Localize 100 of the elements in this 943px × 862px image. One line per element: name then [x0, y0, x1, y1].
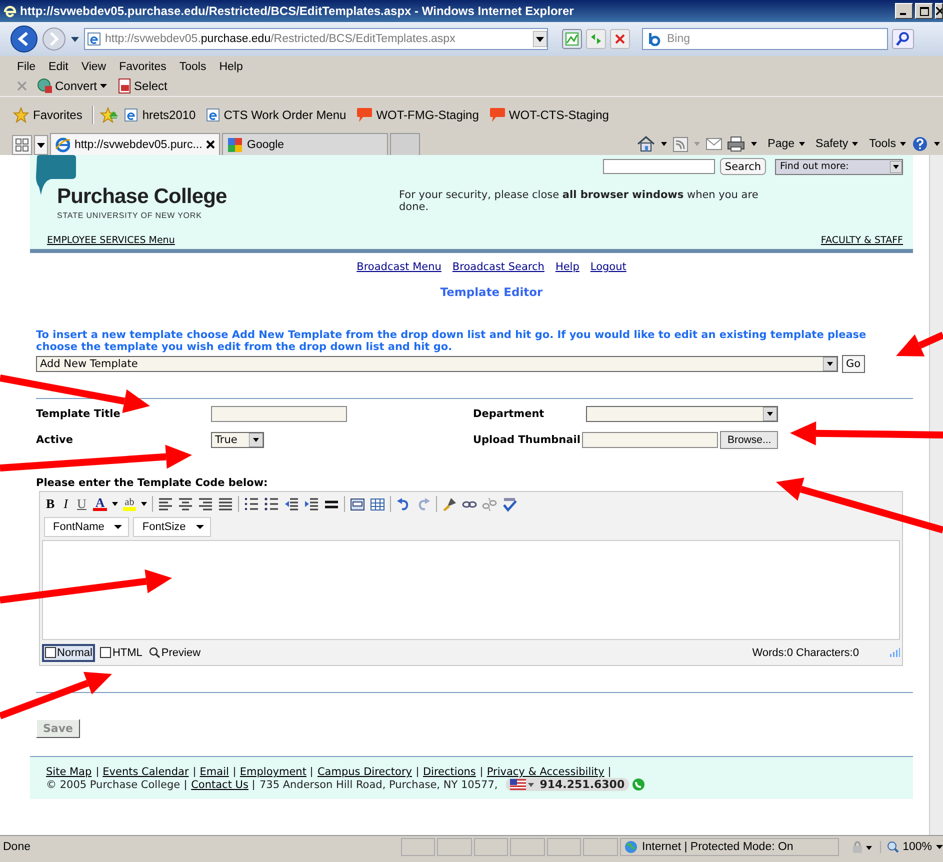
caret-icon — [249, 433, 263, 447]
table-icon[interactable] — [370, 496, 386, 512]
convert-button[interactable]: Convert — [37, 78, 108, 94]
mail-icon[interactable] — [706, 138, 722, 150]
stop-button[interactable] — [610, 29, 630, 49]
minimize-button[interactable] — [895, 3, 913, 19]
highlight-button[interactable]: ab — [122, 498, 136, 510]
tab-list-icon[interactable] — [34, 135, 48, 155]
menu-item[interactable]: View — [81, 61, 106, 76]
nav-link[interactable]: Help — [555, 261, 580, 273]
template-title-field[interactable] — [211, 406, 347, 422]
editor-mode-tab[interactable]: Preview — [147, 644, 203, 660]
compatibility-button[interactable] — [562, 29, 582, 49]
footer-link[interactable]: Employment — [240, 766, 306, 778]
quick-tabs-icon[interactable] — [12, 135, 32, 155]
department-select[interactable] — [586, 406, 778, 422]
nav-link[interactable]: Logout — [590, 261, 626, 273]
back-button[interactable] — [10, 25, 38, 53]
close-button[interactable] — [935, 3, 943, 19]
footer-link[interactable]: Events Calendar — [102, 766, 189, 778]
align-right-icon[interactable] — [198, 496, 214, 512]
footer-link[interactable]: Site Map — [46, 766, 92, 778]
favorite-link[interactable]: WOT-FMG-Staging — [356, 107, 479, 123]
employee-services-link[interactable]: EMPLOYEE SERVICES Menu — [47, 235, 175, 246]
thumbnail-file-field[interactable] — [582, 432, 718, 448]
favorites-button[interactable]: Favorites — [13, 107, 82, 123]
format-button[interactable]: B — [44, 496, 57, 512]
phone-call-icon[interactable] — [632, 778, 645, 791]
status-pane — [437, 838, 472, 856]
feed-icon[interactable] — [672, 136, 688, 152]
instructions-text: To insert a new template choose Add New Template from the drop down list and hit go. If you would like to edit an existing template please choose the template you wish edit from the drop down list and hit go. — [36, 329, 868, 353]
menu-item[interactable]: Tools — [179, 61, 206, 76]
align-left-icon[interactable] — [158, 496, 174, 512]
align-center-icon[interactable] — [178, 496, 194, 512]
status-pane — [546, 838, 582, 856]
resize-handle-icon[interactable] — [890, 648, 900, 657]
search-button[interactable]: Search — [720, 158, 766, 175]
menu-item[interactable]: Help — [219, 61, 243, 76]
refresh-button[interactable] — [586, 29, 606, 49]
footer-link[interactable]: Privacy & Accessibility — [486, 766, 604, 778]
caret-icon[interactable] — [933, 141, 941, 147]
unlink-icon[interactable] — [482, 496, 498, 512]
footer-link[interactable]: Email — [200, 766, 229, 778]
template-select[interactable]: Add New Template — [36, 356, 838, 372]
font-color-button[interactable]: A — [93, 497, 107, 511]
zoom-control[interactable]: 100% — [880, 841, 943, 853]
history-caret-icon[interactable] — [70, 35, 80, 43]
favorite-link[interactable]: WOT-CTS-Staging — [488, 107, 609, 123]
browse-button[interactable]: Browse... — [720, 431, 778, 449]
active-select[interactable]: True — [211, 432, 264, 448]
indent-icon[interactable] — [304, 496, 320, 512]
find-out-more-select[interactable]: Find out more: — [775, 158, 903, 174]
caret-icon[interactable] — [750, 141, 758, 147]
outdent-icon[interactable] — [284, 496, 300, 512]
contact-link[interactable]: Contact Us — [191, 778, 248, 790]
toolbar-menu[interactable]: Tools — [869, 138, 907, 150]
scrollbar[interactable] — [929, 155, 943, 835]
bullet-list-icon[interactable] — [264, 496, 280, 512]
footer-link[interactable]: Directions — [422, 766, 476, 778]
footer-link[interactable]: Campus Directory — [317, 766, 412, 778]
nav-link[interactable]: Broadcast Menu — [356, 261, 442, 273]
format-button[interactable]: I — [62, 496, 70, 512]
toolbar-menu[interactable]: Safety — [816, 138, 860, 150]
editor-mode-tab[interactable]: HTML — [98, 644, 144, 660]
menu-item[interactable]: File — [17, 61, 36, 76]
home-icon[interactable] — [636, 136, 655, 152]
menu-item[interactable]: Edit — [48, 61, 68, 76]
search-icon[interactable] — [892, 29, 914, 49]
caret-icon[interactable] — [141, 502, 148, 506]
spellcheck-icon[interactable] — [502, 496, 518, 512]
search-field[interactable]: Bing — [642, 28, 888, 50]
go-button[interactable]: Go — [842, 355, 865, 373]
nav-link[interactable]: Broadcast Search — [452, 261, 544, 273]
browser-tab[interactable]: Google — [222, 133, 388, 155]
browser-tab[interactable]: http://svwebdev05.purc... — [50, 133, 220, 155]
font-dropdown[interactable]: FontName — [44, 517, 130, 537]
select-button[interactable]: Select — [118, 78, 168, 94]
favorite-link[interactable]: CTS Work Order Menu — [206, 108, 346, 122]
favorite-link[interactable]: hrets2010 — [124, 108, 196, 122]
format-button[interactable]: U — [75, 496, 88, 512]
image-icon[interactable] — [350, 496, 366, 512]
justify-icon[interactable] — [218, 496, 234, 512]
close-tab-icon[interactable] — [206, 140, 215, 149]
help-icon[interactable] — [912, 136, 928, 152]
address-field[interactable]: http://svwebdev05.purchase.edu/Restricted/BCS/EditTemplates.aspx — [84, 28, 548, 50]
maximize-button[interactable] — [915, 3, 933, 19]
faculty-staff-link[interactable]: FACULTY & STAFF — [820, 235, 903, 246]
numbered-list-icon[interactable] — [244, 496, 260, 512]
printer-icon[interactable] — [726, 136, 745, 152]
page-icon — [206, 108, 220, 122]
editor-mode-tab[interactable]: Normal — [42, 644, 96, 662]
menu-item[interactable]: Favorites — [119, 61, 166, 76]
toolbar-menu[interactable]: Page — [768, 138, 806, 150]
font-dropdown[interactable]: FontSize — [133, 517, 211, 537]
brush-icon[interactable] — [442, 496, 458, 512]
caret-icon[interactable] — [660, 141, 668, 147]
site-search-field[interactable] — [602, 159, 715, 174]
dropdown-arrow-icon[interactable] — [533, 31, 547, 47]
caret-icon[interactable] — [112, 502, 118, 506]
lock-icon[interactable] — [851, 840, 872, 854]
